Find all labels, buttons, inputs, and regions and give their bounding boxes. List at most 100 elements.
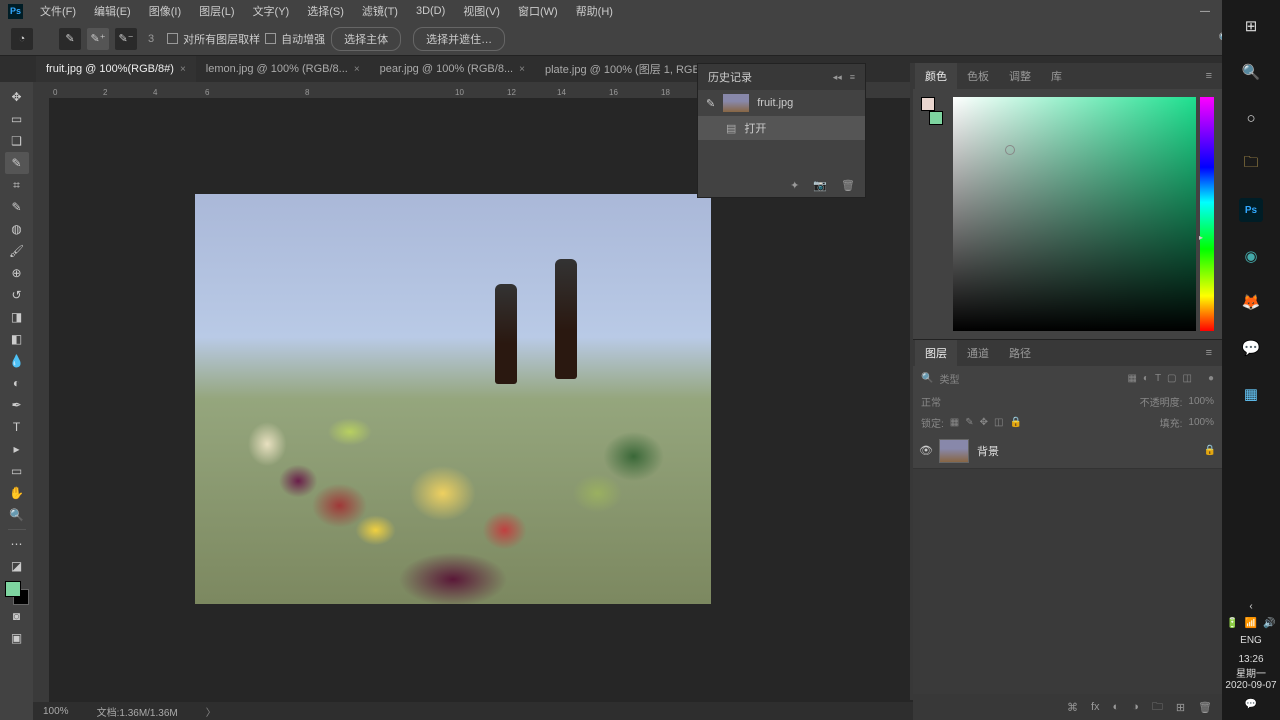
- stamp-tool[interactable]: ⊕: [5, 262, 29, 284]
- wechat-icon[interactable]: 💬: [1239, 336, 1263, 360]
- fx-icon[interactable]: fx: [1091, 701, 1100, 713]
- tab-lib[interactable]: 库: [1041, 63, 1072, 89]
- sound-icon[interactable]: 🔊: [1263, 618, 1275, 629]
- menu-edit[interactable]: 编辑(E): [85, 3, 140, 19]
- lock-icon[interactable]: 🔒: [1204, 445, 1216, 456]
- quick-select-tool[interactable]: ✎: [5, 152, 29, 174]
- hand-tool[interactable]: ✋: [5, 482, 29, 504]
- folder-icon[interactable]: 🗀: [1152, 698, 1163, 717]
- add-selection-icon[interactable]: ✎⁺: [87, 28, 109, 50]
- filter-type-label[interactable]: 类型: [939, 371, 959, 386]
- collapse-icon[interactable]: ◂◂: [833, 72, 842, 83]
- tab-swatches[interactable]: 色板: [957, 63, 999, 89]
- tab-pear[interactable]: pear.jpg @ 100% (RGB/8...×: [370, 56, 535, 82]
- eyedropper-tool[interactable]: ✎: [5, 196, 29, 218]
- zoom-tool[interactable]: 🔍: [5, 504, 29, 526]
- tab-fruit[interactable]: fruit.jpg @ 100%(RGB/8#)×: [36, 56, 196, 82]
- auto-enhance-checkbox[interactable]: [265, 33, 276, 44]
- battery-icon[interactable]: 🔋: [1226, 618, 1238, 629]
- lock-paint-icon[interactable]: ✎: [965, 417, 973, 428]
- menu-window[interactable]: 窗口(W): [509, 3, 567, 19]
- hue-indicator[interactable]: ▸: [1199, 233, 1203, 242]
- pen-tool[interactable]: ✒: [5, 394, 29, 416]
- delete-icon[interactable]: 🗑: [1198, 701, 1212, 714]
- gradient-tool[interactable]: ◧: [5, 328, 29, 350]
- history-step-open[interactable]: ▤ 打开: [698, 116, 865, 140]
- ime-lang[interactable]: ENG: [1222, 635, 1280, 646]
- sub-selection-icon[interactable]: ✎⁻: [115, 28, 137, 50]
- menu-type[interactable]: 文字(Y): [244, 3, 299, 19]
- filter-shape-icon[interactable]: ▢: [1167, 373, 1176, 384]
- sample-all-checkbox[interactable]: [167, 33, 178, 44]
- eraser-tool[interactable]: ◨: [5, 306, 29, 328]
- crop-tool[interactable]: ⌗: [5, 174, 29, 196]
- text-tool[interactable]: T: [5, 416, 29, 438]
- steam-icon[interactable]: ◉: [1239, 244, 1263, 268]
- bg-mini[interactable]: [929, 111, 943, 125]
- menu-help[interactable]: 帮助(H): [567, 3, 622, 19]
- foreground-color[interactable]: [5, 581, 21, 597]
- tool-preset-icon[interactable]: ◔: [11, 28, 33, 50]
- select-mask-button[interactable]: 选择并遮住…: [413, 27, 505, 51]
- wifi-icon[interactable]: 📶: [1245, 618, 1257, 629]
- fill-value[interactable]: 100%: [1188, 417, 1214, 428]
- layer-thumb[interactable]: [939, 439, 969, 463]
- tab-paths[interactable]: 路径: [999, 340, 1041, 366]
- new-selection-icon[interactable]: ✎: [59, 28, 81, 50]
- panel-menu-icon[interactable]: ≡: [1198, 347, 1220, 359]
- clock-time[interactable]: 13:26: [1222, 654, 1280, 665]
- color-field[interactable]: [953, 97, 1196, 331]
- default-colors-icon[interactable]: ◪: [5, 555, 29, 577]
- cortana-icon[interactable]: ○: [1239, 106, 1263, 130]
- close-icon[interactable]: ×: [354, 64, 360, 75]
- menu-select[interactable]: 选择(S): [298, 3, 353, 19]
- tab-lemon[interactable]: lemon.jpg @ 100% (RGB/8...×: [196, 56, 370, 82]
- menu-3d[interactable]: 3D(D): [407, 5, 454, 17]
- shape-tool[interactable]: ▭: [5, 460, 29, 482]
- app-icon[interactable]: ▦: [1239, 382, 1263, 406]
- filter-adjust-icon[interactable]: ◐: [1143, 373, 1149, 384]
- zoom-level[interactable]: 100%: [43, 706, 69, 717]
- windows-icon[interactable]: ⊞: [1239, 14, 1263, 38]
- tab-adjust[interactable]: 调整: [999, 63, 1041, 89]
- history-doc-row[interactable]: ✎ fruit.jpg: [698, 90, 865, 116]
- menu-view[interactable]: 视图(V): [454, 3, 509, 19]
- adjustment-icon[interactable]: ◑: [1132, 701, 1139, 713]
- menu-filter[interactable]: 滤镜(T): [353, 3, 407, 19]
- path-select-tool[interactable]: ▸: [5, 438, 29, 460]
- opacity-value[interactable]: 100%: [1188, 396, 1214, 407]
- filter-icon[interactable]: 🔍: [921, 373, 933, 384]
- new-layer-icon[interactable]: ⊞: [1176, 701, 1185, 714]
- menu-layer[interactable]: 图层(L): [190, 3, 243, 19]
- explorer-icon[interactable]: 🗀: [1239, 152, 1263, 176]
- mini-swatches[interactable]: [921, 97, 943, 125]
- tab-channels[interactable]: 通道: [957, 340, 999, 366]
- notification-icon[interactable]: 💬: [1222, 699, 1280, 710]
- filter-smart-icon[interactable]: ◫: [1183, 373, 1192, 384]
- blend-mode[interactable]: 正常: [921, 394, 941, 409]
- layer-name[interactable]: 背景: [977, 443, 999, 459]
- lasso-tool[interactable]: ❑: [5, 130, 29, 152]
- lock-pos-icon[interactable]: ✥: [980, 417, 988, 428]
- mask-icon[interactable]: ◐: [1113, 701, 1120, 713]
- screenmode-icon[interactable]: ▣: [5, 627, 29, 649]
- close-icon[interactable]: ×: [180, 64, 186, 75]
- color-swatches[interactable]: [5, 581, 29, 605]
- dodge-tool[interactable]: ◐: [5, 372, 29, 394]
- select-subject-button[interactable]: 选择主体: [331, 27, 401, 51]
- edit-toolbar[interactable]: ⋯: [5, 533, 29, 555]
- search-icon[interactable]: 🔍: [1239, 60, 1263, 84]
- photoshop-taskbar-icon[interactable]: Ps: [1239, 198, 1263, 222]
- move-tool[interactable]: ✥: [5, 86, 29, 108]
- marquee-tool[interactable]: ▭: [5, 108, 29, 130]
- heal-tool[interactable]: ◍: [5, 218, 29, 240]
- menu-file[interactable]: 文件(F): [31, 3, 85, 19]
- panel-menu-icon[interactable]: ≡: [1198, 70, 1220, 82]
- filter-type-icon[interactable]: T: [1155, 373, 1161, 384]
- brush-tool[interactable]: 🖌: [5, 240, 29, 262]
- quickmask-icon[interactable]: ◙: [5, 605, 29, 627]
- tab-layers[interactable]: 图层: [915, 340, 957, 366]
- menu-image[interactable]: 图像(I): [140, 3, 190, 19]
- camera-icon[interactable]: 📷: [813, 179, 827, 192]
- tray-expand-icon[interactable]: ‹: [1222, 601, 1280, 612]
